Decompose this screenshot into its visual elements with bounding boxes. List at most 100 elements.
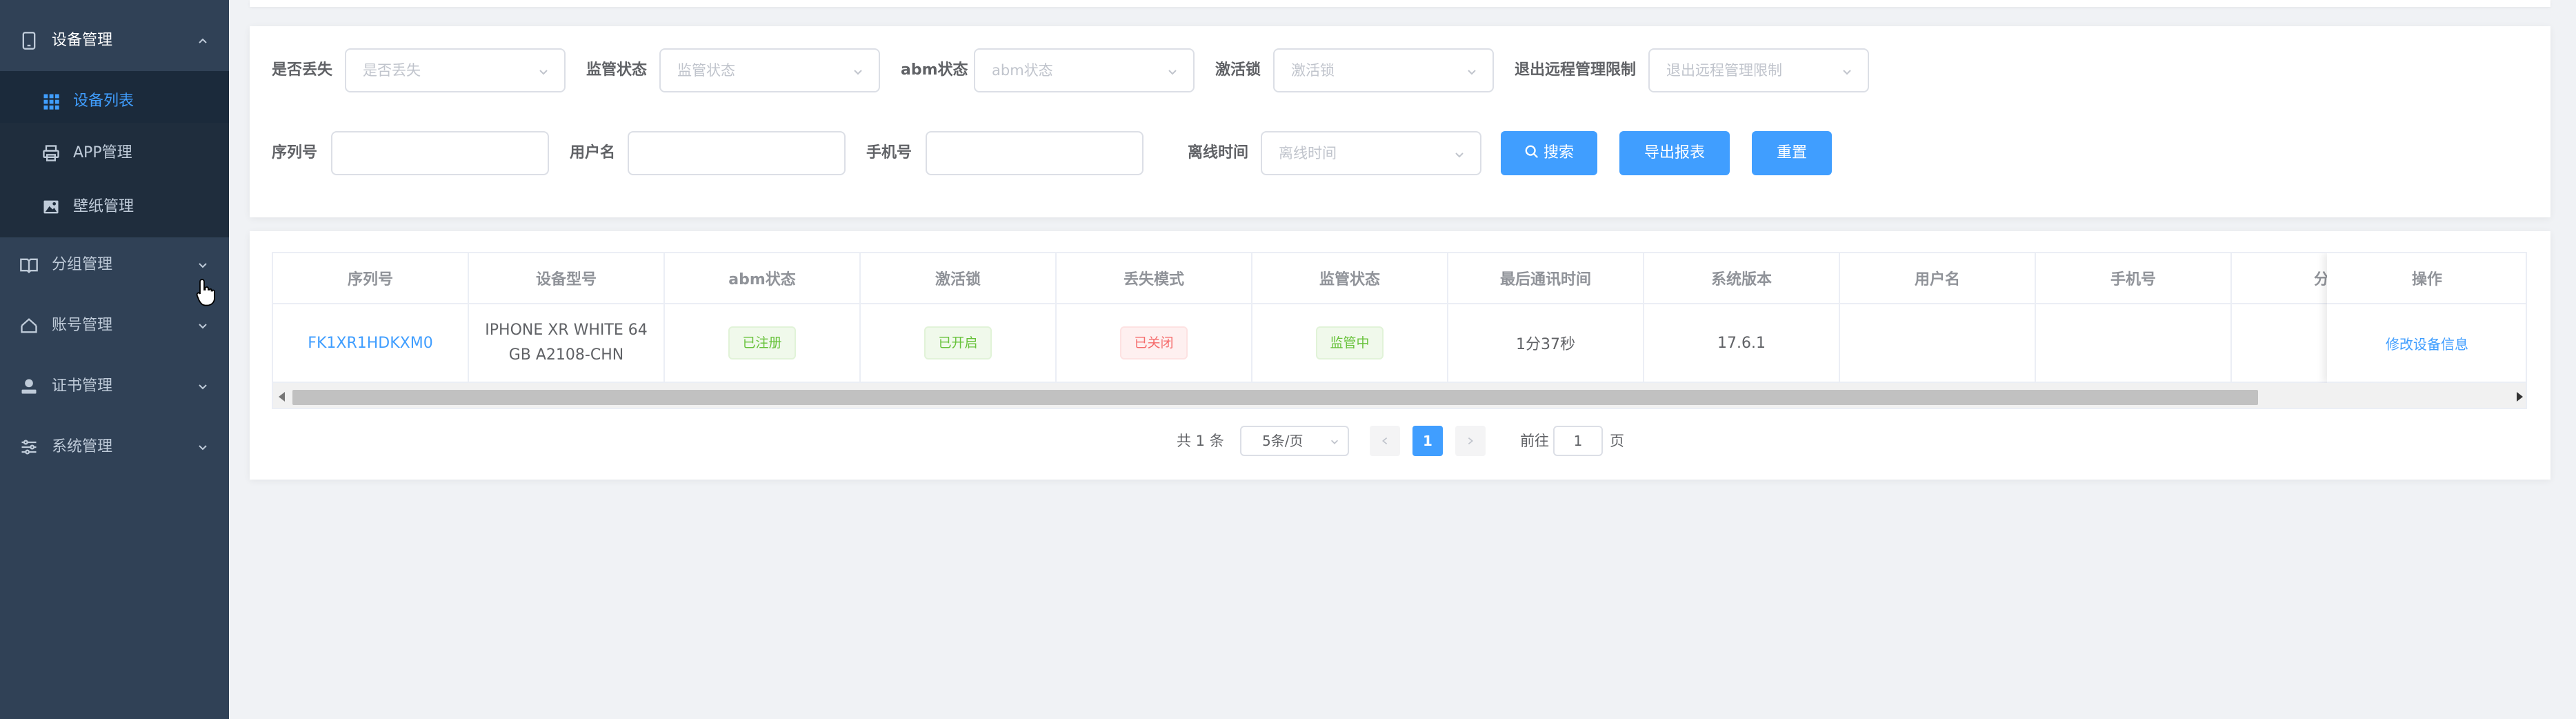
goto-prefix: 前往	[1520, 433, 1549, 449]
device-table: 序列号 设备型号 abm状态 激活锁 丢失模式 监管状态 最后通讯时间 系统版本…	[272, 252, 2527, 409]
search-button-label: 搜索	[1543, 144, 1574, 161]
sidebar-item-app-mgmt[interactable]: APP管理	[0, 123, 229, 184]
cell-serial[interactable]: FK1XR1HDKXM0	[273, 304, 469, 382]
chevron-down-icon	[199, 445, 207, 451]
exit-remote-placeholder: 退出远程管理限制	[1666, 62, 1782, 79]
chevron-down-icon	[854, 70, 862, 75]
chevron-down-icon	[1455, 152, 1464, 158]
export-button-label: 导出报表	[1644, 144, 1705, 161]
next-page-button[interactable]	[1455, 426, 1486, 456]
status-badge: 已注册	[728, 326, 796, 359]
phone-label: 手机号	[866, 144, 912, 161]
activation-lock-select[interactable]: 激活锁	[1273, 48, 1494, 92]
col-header-activation-lock[interactable]: 激活锁	[861, 253, 1057, 303]
page-button-current[interactable]: 1	[1412, 426, 1443, 456]
sidebar-item-label: 分组管理	[52, 256, 113, 273]
sidebar-item-label: 证书管理	[52, 377, 113, 395]
col-header-model[interactable]: 设备型号	[469, 253, 665, 303]
scroll-right-icon[interactable]	[2517, 392, 2523, 402]
edit-device-link[interactable]: 修改设备信息	[2327, 304, 2526, 383]
pagination-total: 共 1 条	[1177, 433, 1224, 449]
sidebar-item-device-mgmt[interactable]: 设备管理	[0, 10, 229, 71]
book-icon	[20, 258, 38, 274]
mouse-pointer-icon	[196, 279, 215, 306]
search-button[interactable]: 搜索	[1501, 131, 1597, 175]
fixed-action-column: 操作 修改设备信息	[2327, 253, 2526, 383]
page-size-value: 5条/页	[1262, 433, 1304, 449]
col-header-serial[interactable]: 序列号	[273, 253, 469, 303]
serial-link[interactable]: FK1XR1HDKXM0	[308, 335, 432, 352]
col-header-last-comm[interactable]: 最后通讯时间	[1448, 253, 1644, 303]
status-badge: 监管中	[1316, 326, 1384, 359]
abm-label: abm状态	[901, 61, 968, 79]
col-header-supervise[interactable]: 监管状态	[1252, 253, 1448, 303]
cell-abm: 已注册	[665, 304, 861, 382]
sidebar-item-cert-mgmt[interactable]: 证书管理	[0, 356, 229, 417]
col-header-phone[interactable]: 手机号	[2036, 253, 2232, 303]
abm-placeholder: abm状态	[992, 62, 1053, 79]
model-text: IPHONE XR WHITE 64GB A2108-CHN	[485, 322, 648, 364]
sidebar-item-label: 设备管理	[52, 32, 113, 49]
sidebar-item-account-mgmt[interactable]: 账号管理	[0, 295, 229, 356]
offline-time-placeholder: 离线时间	[1279, 145, 1337, 161]
scrollbar-thumb[interactable]	[292, 390, 2258, 405]
abm-select[interactable]: abm状态	[974, 48, 1195, 92]
image-icon	[43, 200, 59, 214]
cell-username	[1840, 304, 2036, 382]
offline-time-select[interactable]: 离线时间	[1261, 131, 1481, 175]
sidebar-item-wallpaper-mgmt[interactable]: 壁纸管理	[0, 177, 229, 237]
offline-time-label: 离线时间	[1188, 144, 1249, 161]
goto-page-input[interactable]: 1	[1553, 426, 1603, 456]
col-header-lost-mode[interactable]: 丢失模式	[1057, 253, 1252, 303]
chevron-down-icon	[199, 384, 207, 390]
prev-page-button[interactable]	[1370, 426, 1400, 456]
sidebar-item-label: 壁纸管理	[73, 198, 134, 215]
col-header-abm[interactable]: abm状态	[665, 253, 861, 303]
export-button[interactable]: 导出报表	[1619, 131, 1730, 175]
sidebar-item-group-mgmt[interactable]: 分组管理	[0, 235, 229, 295]
sidebar: 设备管理 设备列表 APP管理 壁纸管理 分组管理 账号管理 证书管理 系统管理	[0, 0, 229, 719]
phone-input[interactable]	[926, 131, 1144, 175]
status-badge: 已开启	[924, 326, 992, 359]
col-header-os-version[interactable]: 系统版本	[1644, 253, 1840, 303]
cell-model: IPHONE XR WHITE 64GB A2108-CHN	[469, 304, 665, 382]
reset-button[interactable]: 重置	[1752, 131, 1832, 175]
user-icon	[21, 379, 37, 394]
horizontal-scrollbar[interactable]	[273, 383, 2526, 408]
sidebar-item-system-mgmt[interactable]: 系统管理	[0, 417, 229, 477]
col-header-username[interactable]: 用户名	[1840, 253, 2036, 303]
cell-last-comm: 1分37秒	[1448, 304, 1644, 382]
lost-label: 是否丢失	[272, 61, 333, 79]
chevron-down-icon	[1168, 70, 1177, 75]
exit-remote-label: 退出远程管理限制	[1515, 61, 1637, 79]
lost-select[interactable]: 是否丢失	[345, 48, 566, 92]
chevron-down-icon	[1468, 70, 1476, 75]
goto-suffix: 页	[1610, 433, 1624, 449]
sidebar-item-label: 系统管理	[52, 438, 113, 455]
serial-input[interactable]	[331, 131, 549, 175]
search-icon	[1525, 145, 1539, 159]
top-bar	[250, 0, 2550, 7]
app-root: 设备管理 设备列表 APP管理 壁纸管理 分组管理 账号管理 证书管理 系统管理…	[0, 0, 2576, 719]
chevron-down-icon	[199, 263, 207, 268]
chevron-up-icon	[199, 38, 207, 43]
chevron-down-icon	[1331, 440, 1338, 444]
page-size-select[interactable]: 5条/页	[1240, 426, 1349, 456]
activation-lock-placeholder: 激活锁	[1291, 62, 1335, 79]
status-badge: 已关闭	[1120, 326, 1188, 359]
chevron-left-icon	[1382, 437, 1388, 445]
scroll-left-icon[interactable]	[279, 392, 285, 402]
home-icon	[21, 318, 37, 333]
supervise-select[interactable]: 监管状态	[659, 48, 880, 92]
activation-lock-label: 激活锁	[1215, 61, 1261, 79]
printer-icon	[43, 145, 59, 161]
chevron-right-icon	[1468, 437, 1473, 445]
table-row: FK1XR1HDKXM0 IPHONE XR WHITE 64GB A2108-…	[273, 304, 2526, 383]
cell-lost-mode: 已关闭	[1057, 304, 1252, 382]
exit-remote-select[interactable]: 退出远程管理限制	[1648, 48, 1869, 92]
serial-label: 序列号	[272, 144, 318, 161]
username-input[interactable]	[628, 131, 846, 175]
grid-icon	[43, 94, 59, 110]
tablet-icon	[22, 32, 36, 50]
cell-activation-lock: 已开启	[861, 304, 1057, 382]
